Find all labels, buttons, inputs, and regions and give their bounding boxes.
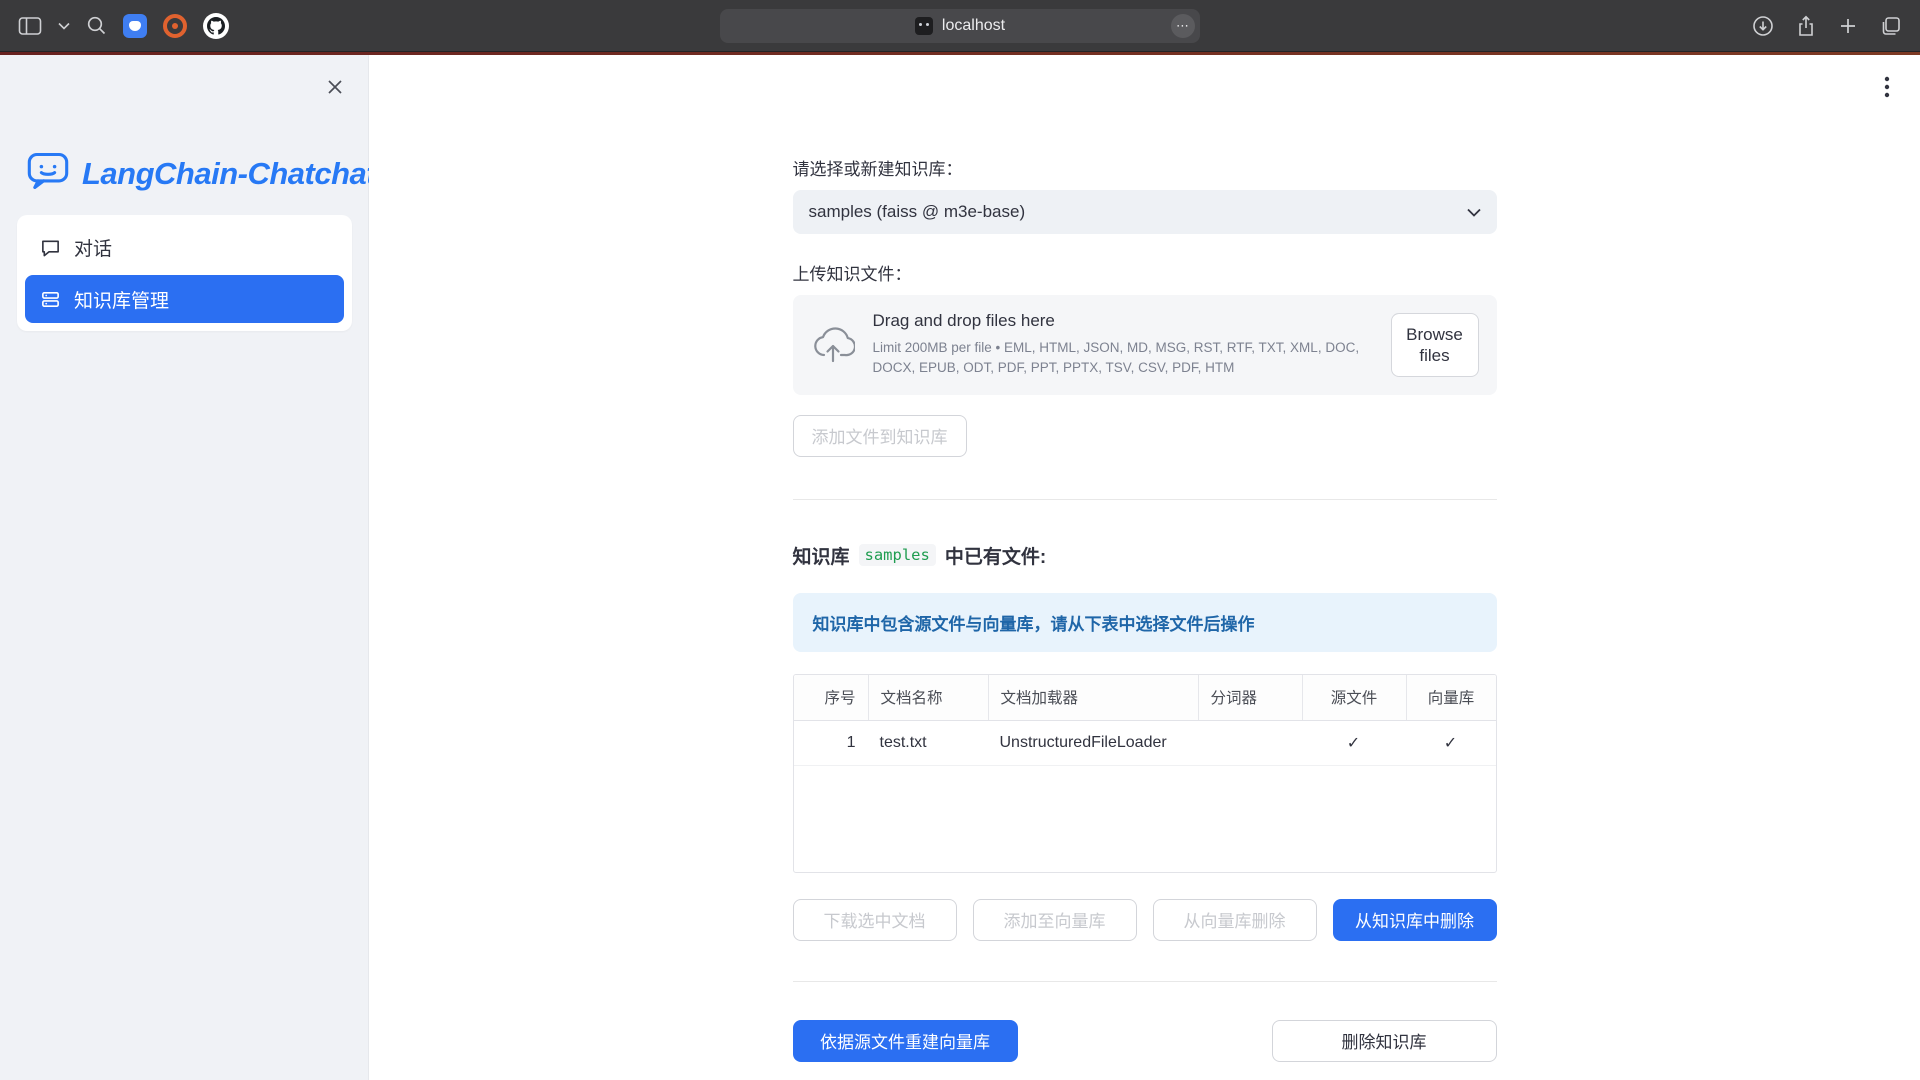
github-extension-icon[interactable] — [203, 13, 229, 39]
address-bar[interactable]: localhost ⋯ — [720, 9, 1200, 43]
remove-from-vectorstore-button[interactable]: 从向量库删除 — [1153, 899, 1317, 941]
tab-overview-icon[interactable] — [1880, 15, 1902, 37]
kb-heading-prefix: 知识库 — [793, 542, 850, 569]
cell-source-check: ✓ — [1302, 721, 1406, 765]
kb-select-value: samples (faiss @ m3e-base) — [809, 202, 1026, 222]
col-header-index: 序号 — [794, 675, 868, 720]
logo-text: LangChain-Chatchat — [82, 156, 376, 192]
sidebar-item-dialogue[interactable]: 对话 — [25, 223, 344, 271]
cell-index: 1 — [794, 721, 868, 765]
share-icon[interactable] — [1796, 14, 1816, 38]
table-header-row: 序号 文档名称 文档加载器 分词器 源文件 向量库 — [794, 675, 1496, 721]
knowledge-base-icon — [40, 289, 61, 310]
col-header-splitter: 分词器 — [1198, 675, 1302, 720]
kb-heading-suffix: 中已有文件: — [945, 542, 1046, 569]
downloads-icon[interactable] — [1752, 15, 1774, 37]
extension-orange-icon[interactable] — [163, 14, 187, 38]
cloud-upload-icon — [811, 327, 855, 363]
kb-select[interactable]: samples (faiss @ m3e-base) — [793, 190, 1497, 234]
uploader-title: Drag and drop files here — [873, 311, 1373, 331]
delete-kb-button[interactable]: 删除知识库 — [1272, 1020, 1497, 1062]
cell-splitter — [1198, 721, 1302, 765]
sidebar-toggle-icon[interactable] — [18, 16, 42, 36]
address-text: localhost — [942, 17, 1005, 35]
kb-global-actions: 依据源文件重建向量库 删除知识库 — [793, 1020, 1497, 1062]
main-area: 请选择或新建知识库： samples (faiss @ m3e-base) 上传… — [369, 55, 1920, 1080]
delete-from-kb-button[interactable]: 从知识库中删除 — [1333, 899, 1497, 941]
col-header-vector: 向量库 — [1406, 675, 1496, 720]
file-uploader-dropzone[interactable]: Drag and drop files here Limit 200MB per… — [793, 295, 1497, 395]
search-icon[interactable] — [86, 15, 107, 36]
kb-select-label: 请选择或新建知识库： — [793, 155, 1497, 180]
files-table[interactable]: 序号 文档名称 文档加载器 分词器 源文件 向量库 1 test.txt Uns… — [793, 674, 1497, 873]
cell-name: test.txt — [868, 721, 988, 765]
chat-bubble-icon — [40, 237, 61, 258]
add-to-vectorstore-button[interactable]: 添加至向量库 — [973, 899, 1137, 941]
cell-loader: UnstructuredFileLoader — [988, 721, 1198, 765]
app-logo: LangChain-Chatchat — [26, 150, 369, 197]
page-settings-icon[interactable]: ⋯ — [1171, 14, 1195, 38]
sidebar-close-icon[interactable] — [321, 73, 349, 101]
select-chevron-icon — [1467, 208, 1481, 217]
col-header-name: 文档名称 — [868, 675, 988, 720]
sidebar-item-kb-management[interactable]: 知识库管理 — [25, 275, 344, 323]
rebuild-vectorstore-button[interactable]: 依据源文件重建向量库 — [793, 1020, 1018, 1062]
download-selected-button[interactable]: 下载选中文档 — [793, 899, 957, 941]
divider — [793, 981, 1497, 982]
table-row[interactable]: 1 test.txt UnstructuredFileLoader ✓ ✓ — [794, 721, 1496, 766]
col-header-source: 源文件 — [1302, 675, 1406, 720]
logo-chat-icon — [26, 150, 70, 197]
uploader-hint: Limit 200MB per file • EML, HTML, JSON, … — [873, 338, 1373, 379]
sidebar: LangChain-Chatchat 对话 知识库管理 — [0, 55, 369, 1080]
app-menu-icon[interactable] — [1880, 71, 1894, 108]
info-banner: 知识库中包含源文件与向量库，请从下表中选择文件后操作 — [793, 593, 1497, 652]
cell-vector-check: ✓ — [1406, 721, 1496, 765]
chevron-down-icon[interactable] — [58, 22, 70, 30]
browse-files-button[interactable]: Browse files — [1391, 313, 1479, 377]
divider — [793, 499, 1497, 500]
kb-name-code: samples — [859, 544, 936, 566]
site-favicon — [915, 17, 933, 35]
col-header-loader: 文档加载器 — [988, 675, 1198, 720]
add-files-button[interactable]: 添加文件到知识库 — [793, 415, 967, 457]
extension-blue-icon[interactable] — [123, 14, 147, 38]
sidebar-menu: 对话 知识库管理 — [17, 215, 352, 331]
sidebar-item-label: 知识库管理 — [74, 286, 169, 313]
new-tab-icon[interactable] — [1838, 16, 1858, 36]
sidebar-item-label: 对话 — [74, 234, 112, 261]
file-actions: 下载选中文档 添加至向量库 从向量库删除 从知识库中删除 — [793, 899, 1497, 941]
upload-label: 上传知识文件： — [793, 260, 1497, 285]
browser-toolbar: localhost ⋯ — [0, 0, 1920, 52]
kb-files-heading: 知识库 samples 中已有文件: — [793, 542, 1497, 569]
